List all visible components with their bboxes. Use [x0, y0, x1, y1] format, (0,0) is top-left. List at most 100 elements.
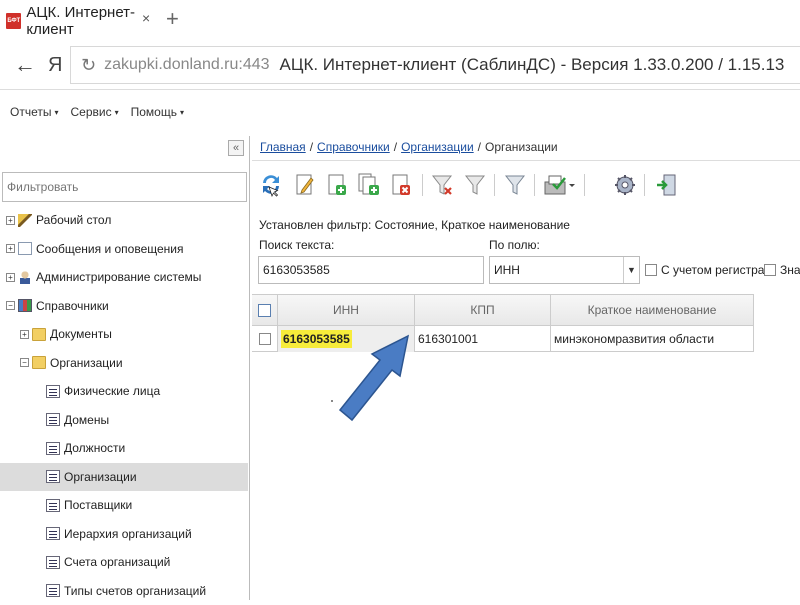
- tree-item-label: Администрирование системы: [36, 270, 201, 284]
- column-header-short-name[interactable]: Краткое наименование: [551, 295, 754, 325]
- filter-status-text: Установлен фильтр: Состояние, Краткое на…: [259, 218, 570, 232]
- envelope-icon: [18, 242, 32, 255]
- list-icon: [46, 413, 60, 426]
- menu-help[interactable]: Помощь ▾: [131, 105, 184, 119]
- tree-item[interactable]: Поставщики: [0, 491, 248, 520]
- tree-item-label: Счета организаций: [64, 555, 170, 569]
- tree-item-label: Домены: [64, 413, 109, 427]
- collapse-icon[interactable]: −: [20, 358, 29, 367]
- tree-item[interactable]: Организации: [0, 463, 248, 492]
- tree-filter-input[interactable]: [2, 172, 247, 202]
- settings-gear-icon[interactable]: [612, 170, 638, 200]
- toolbar-separator: [422, 174, 423, 196]
- exit-icon[interactable]: [654, 170, 680, 200]
- collapse-panel-button[interactable]: «: [228, 140, 244, 156]
- case-sensitive-option[interactable]: С учетом регистра: [645, 263, 764, 277]
- tree-item[interactable]: +Сообщения и оповещения: [0, 235, 248, 264]
- add-document-icon[interactable]: [324, 170, 350, 200]
- navigation-panel: « +Рабочий стол+Сообщения и оповещения+А…: [0, 136, 250, 600]
- expand-icon[interactable]: +: [6, 244, 15, 253]
- tree-item[interactable]: Домены: [0, 406, 248, 435]
- cell-short-name[interactable]: минэкономразвития области: [551, 326, 754, 352]
- folder-icon: [32, 328, 46, 341]
- back-arrow-icon[interactable]: ←: [14, 52, 36, 78]
- search-field-label: По полю:: [489, 238, 540, 252]
- export-icon[interactable]: [542, 170, 578, 200]
- tree-item[interactable]: −Организации: [0, 349, 248, 378]
- search-field-select[interactable]: ИНН ▼: [489, 256, 640, 284]
- search-field-value: ИНН: [494, 263, 520, 277]
- tree-item[interactable]: Должности: [0, 434, 248, 463]
- list-icon: [46, 442, 60, 455]
- url-text[interactable]: zakupki.donland.ru:443: [104, 56, 269, 74]
- search-text-label: Поиск текста:: [259, 238, 334, 252]
- breadcrumb-separator: /: [394, 140, 397, 154]
- reload-icon[interactable]: ↻: [81, 55, 96, 76]
- list-icon: [46, 527, 60, 540]
- tree-item[interactable]: +Документы: [0, 320, 248, 349]
- breadcrumb-separator: /: [478, 140, 481, 154]
- table-row[interactable]: 6163053585 616301001 минэкономразвития о…: [252, 326, 754, 352]
- filter-clear-icon[interactable]: [430, 170, 456, 200]
- toolbar: [258, 168, 798, 204]
- menu-reports[interactable]: Отчеты ▾: [10, 105, 59, 119]
- tree-item[interactable]: Иерархия организаций: [0, 520, 248, 549]
- value-checkbox[interactable]: [764, 264, 776, 276]
- edit-icon[interactable]: [292, 170, 318, 200]
- expand-icon[interactable]: +: [6, 273, 15, 282]
- tree-item[interactable]: −Справочники: [0, 292, 248, 321]
- list-icon: [46, 584, 60, 597]
- value-option[interactable]: Знач: [764, 263, 800, 277]
- app-favicon-icon: БФТ: [6, 13, 21, 29]
- folder-icon: [32, 356, 46, 369]
- tree-item[interactable]: + Администрирование системы: [0, 263, 248, 292]
- breadcrumb-link-directories[interactable]: Справочники: [317, 140, 390, 154]
- expand-icon[interactable]: +: [6, 216, 15, 225]
- grid-header: ИНН КПП Краткое наименование: [252, 294, 754, 326]
- list-icon: [46, 499, 60, 512]
- omnibox[interactable]: ↻ zakupki.donland.ru:443 АЦК. Интернет-к…: [70, 46, 800, 84]
- page-title: АЦК. Интернет-клиент (СаблинДС) - Версия…: [280, 55, 785, 75]
- refresh-icon[interactable]: [258, 170, 284, 200]
- search-text-input[interactable]: [258, 256, 484, 284]
- new-tab-button[interactable]: +: [166, 6, 179, 32]
- navigation-tree: +Рабочий стол+Сообщения и оповещения+Адм…: [0, 206, 248, 605]
- delete-document-icon[interactable]: [388, 170, 414, 200]
- tree-item-label: Иерархия организаций: [64, 527, 192, 541]
- row-checkbox[interactable]: [259, 333, 271, 345]
- breadcrumb-link-organizations[interactable]: Организации: [401, 140, 474, 154]
- tab-title: АЦК. Интернет-клиент: [26, 4, 160, 38]
- collapse-icon[interactable]: −: [6, 301, 15, 310]
- tree-item[interactable]: Типы счетов организаций: [0, 577, 248, 605]
- yandex-logo-icon[interactable]: Я: [48, 54, 62, 77]
- list-icon: [46, 470, 60, 483]
- chevron-down-icon: ▾: [115, 108, 119, 117]
- filter-settings-icon[interactable]: [502, 170, 528, 200]
- breadcrumb-link-home[interactable]: Главная: [260, 140, 306, 154]
- filter-icon[interactable]: [462, 170, 488, 200]
- tree-item[interactable]: Счета организаций: [0, 548, 248, 577]
- tree-item-label: Рабочий стол: [36, 213, 111, 227]
- tree-item[interactable]: + Рабочий стол: [0, 206, 248, 235]
- tree-item[interactable]: Физические лица: [0, 377, 248, 406]
- chevron-down-icon: ▾: [180, 108, 184, 117]
- broom-icon: [18, 214, 32, 227]
- cell-kpp[interactable]: 616301001: [415, 326, 551, 352]
- chevron-down-icon[interactable]: ▼: [623, 257, 639, 283]
- copy-document-icon[interactable]: [356, 170, 382, 200]
- case-sensitive-checkbox[interactable]: [645, 264, 657, 276]
- menu-service[interactable]: Сервис ▾: [71, 105, 119, 119]
- tree-item-label: Должности: [64, 441, 125, 455]
- expand-icon[interactable]: +: [20, 330, 29, 339]
- select-all-checkbox[interactable]: [258, 304, 271, 317]
- app-menu-bar: Отчеты ▾ Сервис ▾ Помощь ▾: [0, 97, 800, 127]
- chevron-down-icon: ▾: [54, 108, 58, 117]
- list-icon: [46, 556, 60, 569]
- tab-close-icon[interactable]: ×: [142, 10, 150, 26]
- browser-tab[interactable]: БФТ АЦК. Интернет-клиент: [0, 4, 160, 38]
- toolbar-separator: [584, 174, 585, 196]
- divider: [252, 160, 800, 161]
- column-header-kpp[interactable]: КПП: [415, 295, 551, 325]
- column-header-inn[interactable]: ИНН: [278, 295, 415, 325]
- address-bar: ← Я ↻ zakupki.donland.ru:443 АЦК. Интерн…: [0, 40, 800, 90]
